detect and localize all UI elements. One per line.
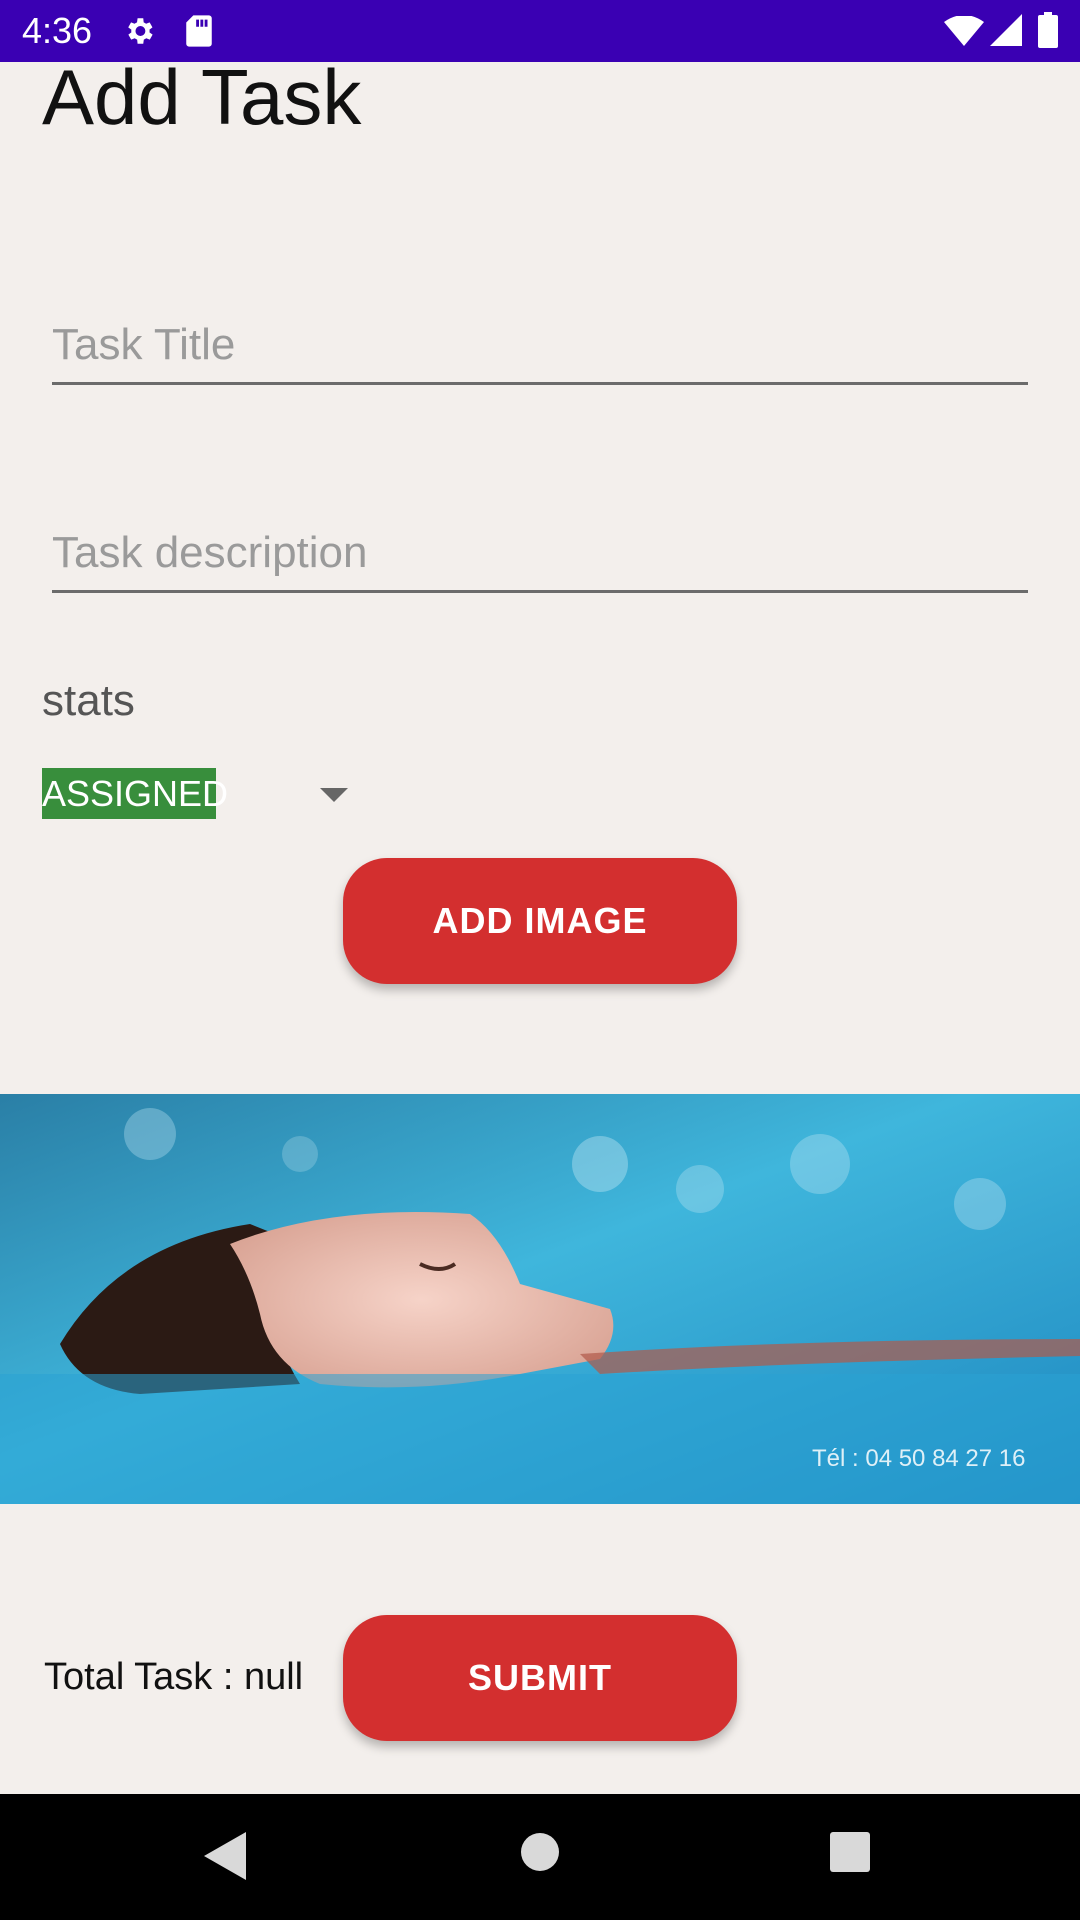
stats-spinner[interactable]: ASSIGNED (42, 768, 362, 822)
task-description-input[interactable] (52, 516, 1028, 593)
total-task-label: Total Task : null (44, 1656, 304, 1698)
battery-icon (1038, 12, 1058, 48)
task-image: Tél : 04 50 84 27 16 (0, 1094, 1080, 1504)
navigation-bar (0, 1794, 1080, 1920)
status-time: 4:36 (22, 10, 93, 51)
dropdown-arrow-icon (320, 788, 348, 802)
wifi-icon (944, 16, 984, 46)
stats-selected-value: ASSIGNED (42, 768, 228, 819)
recents-icon[interactable] (830, 1832, 870, 1872)
add-image-button[interactable]: ADD IMAGE (343, 858, 737, 984)
home-icon[interactable] (520, 1832, 560, 1872)
stats-label: stats (42, 676, 135, 725)
task-title-input[interactable] (52, 308, 1028, 385)
settings-icon (128, 18, 153, 44)
signal-icon (990, 14, 1022, 46)
submit-button[interactable]: SUBMIT (343, 1615, 737, 1741)
page-title: Add Task (42, 53, 362, 141)
back-icon[interactable] (204, 1832, 246, 1880)
image-caption: Tél : 04 50 84 27 16 (812, 1445, 1026, 1472)
sd-card-icon (186, 15, 212, 47)
